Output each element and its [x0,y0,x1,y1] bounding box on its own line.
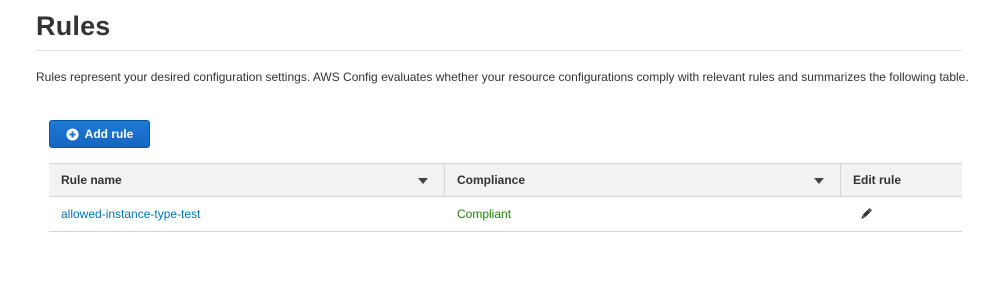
sort-caret-icon[interactable] [418,178,428,184]
table-header: Rule name Compliance Edit rule [49,163,962,197]
rules-table: Rule name Compliance Edit rule allowed-i… [49,163,962,232]
column-header-compliance[interactable]: Compliance [445,164,841,196]
compliance-cell: Compliant [445,197,841,231]
edit-cell [841,197,962,231]
column-header-rule-name[interactable]: Rule name [49,164,445,196]
page-description: Rules represent your desired configurati… [36,70,969,84]
add-rule-label: Add rule [84,127,134,141]
plus-circle-icon [66,127,79,141]
column-label-edit-rule: Edit rule [853,173,902,187]
rule-name-link[interactable]: allowed-instance-type-test [61,207,200,221]
column-header-edit-rule: Edit rule [841,164,962,196]
table-row: allowed-instance-type-test Compliant [49,197,962,232]
column-label-compliance: Compliance [457,173,526,187]
add-rule-button[interactable]: Add rule [49,120,150,148]
sort-caret-icon[interactable] [814,178,824,184]
pencil-icon[interactable] [859,207,873,221]
title-divider [36,50,962,51]
rules-page: Rules Rules represent your desired confi… [0,0,990,288]
compliance-status: Compliant [457,207,512,221]
column-label-rule-name: Rule name [61,173,122,187]
rule-name-cell: allowed-instance-type-test [49,197,445,231]
page-title: Rules [36,11,111,41]
